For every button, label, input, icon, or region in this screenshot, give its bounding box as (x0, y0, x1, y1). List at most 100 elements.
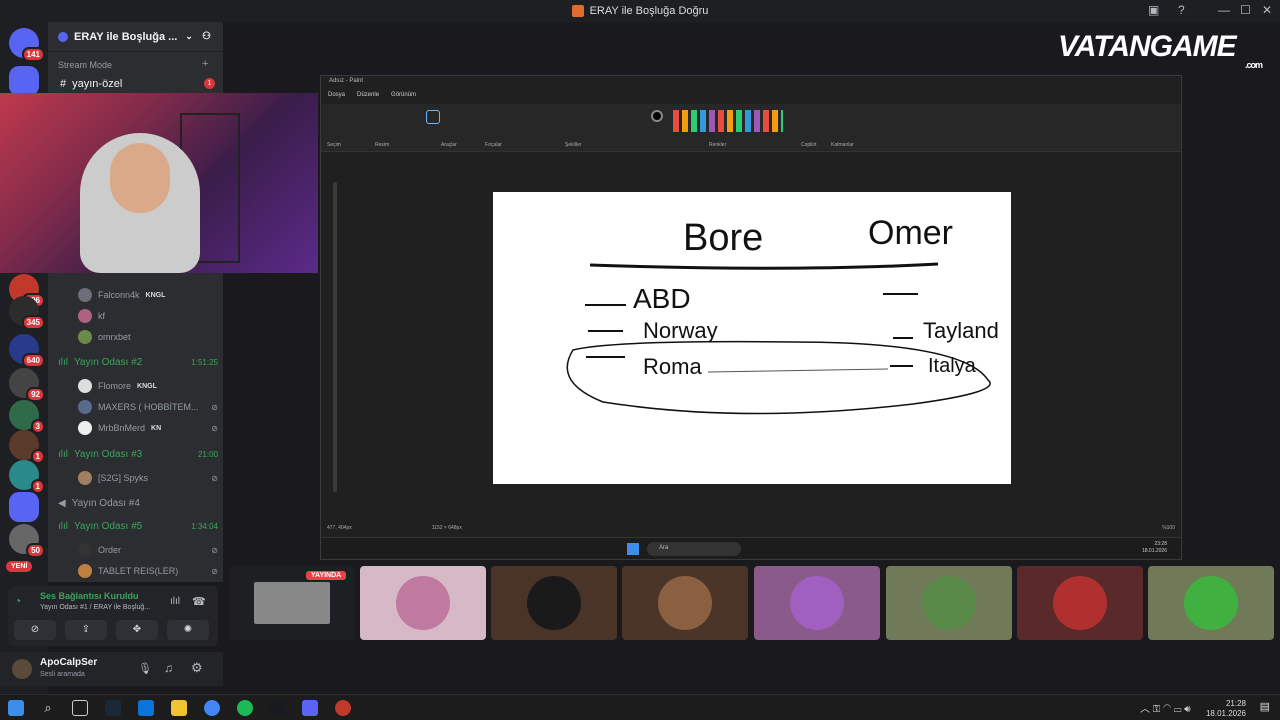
canvas-left-header: Bore (683, 217, 763, 259)
speaker-icon: ılıl (58, 521, 68, 532)
canvas-size: 1152 × 648px (431, 525, 462, 531)
speaker-icon: ılıl (58, 449, 68, 460)
inbox-icon[interactable]: ▣ (1148, 3, 1159, 17)
voice-channel[interactable]: ılıl Yayın Odası #5 1:34:04 (58, 521, 218, 532)
avatar (78, 330, 92, 344)
server-icon[interactable]: 1 (9, 430, 45, 464)
server-icon[interactable]: 50 (9, 524, 45, 558)
disconnect-icon[interactable]: ☎ (192, 595, 206, 608)
steam-icon[interactable] (269, 700, 285, 716)
add-friend-icon[interactable]: ⚇ (202, 31, 211, 42)
notification-icon[interactable]: ▤ (1260, 700, 1270, 713)
text-channel-name: yayın-özel (72, 78, 123, 90)
activities-button[interactable]: ✥ (116, 620, 158, 640)
store-icon[interactable] (138, 700, 154, 716)
participant-tile[interactable] (491, 566, 617, 640)
voice-user[interactable]: kf (78, 309, 218, 323)
add-icon[interactable]: + (202, 58, 208, 70)
home-icon[interactable]: 141 (9, 28, 45, 62)
user-name: Flomore (98, 381, 132, 391)
voice-user[interactable]: Order ⊘ (78, 543, 218, 557)
server-icon[interactable]: 640 (9, 334, 45, 368)
avatar (78, 421, 92, 435)
participant-tile[interactable] (754, 566, 880, 640)
participant-tile[interactable] (1017, 566, 1143, 640)
clock[interactable]: 21:28 18.01.2026 (1206, 699, 1246, 719)
server-icon[interactable]: 3 (9, 400, 45, 434)
user-name: kf (98, 311, 106, 321)
maximize-button[interactable]: ☐ (1240, 3, 1251, 17)
pencil-tool[interactable] (426, 110, 440, 124)
voice-user[interactable]: Falconn4k KNGL (78, 288, 218, 302)
avatar (78, 471, 92, 485)
server-icon[interactable]: 92 (9, 368, 45, 402)
mention-badge: 50 (26, 543, 45, 558)
folder-icon[interactable] (9, 492, 39, 522)
ribbon-label: Şekiller (565, 142, 582, 148)
drawing-canvas[interactable]: Bore Omer ABD Norway Roma Tayland Italya (493, 192, 1011, 484)
avatar[interactable] (12, 659, 32, 679)
zoom-slider[interactable] (333, 182, 337, 492)
voice-user[interactable]: omrxbet (78, 330, 218, 344)
live-badge: YAYINDA (306, 571, 347, 580)
color-1-swatch[interactable] (651, 110, 663, 122)
hash-icon: # (60, 78, 67, 90)
user-tag: KNGL (145, 291, 166, 299)
voice-user[interactable]: TABLET REIS(LER) ⊘ (78, 564, 218, 578)
menu-edit[interactable]: Düzenle (357, 92, 379, 100)
left-item: ABD (633, 283, 691, 314)
participant-tile[interactable] (1148, 566, 1274, 640)
participant-tile[interactable] (886, 566, 1012, 640)
text-channel[interactable]: # yayın-özel 1 (60, 78, 215, 90)
windows-start-icon[interactable] (627, 543, 639, 555)
vatangame-logo: VATANGAME .com (1058, 30, 1268, 70)
voice-user[interactable]: Flomore KNGL (78, 379, 218, 393)
server-icon[interactable]: 345 (9, 296, 45, 330)
noise-suppression-icon[interactable]: ılıl (170, 596, 180, 607)
deafened-icon: ⊘ (211, 423, 218, 433)
settings-icon[interactable]: ⚙ (191, 660, 203, 676)
participant-tile[interactable] (622, 566, 748, 640)
zoom-level[interactable]: %100 (1162, 525, 1175, 535)
server-header[interactable]: ERAY ile Boşluğa ... ⌄ ⚇ (48, 22, 223, 52)
chevron-down-icon[interactable]: ⌄ (185, 31, 193, 42)
menu-file[interactable]: Dosya (328, 92, 345, 100)
minimize-button[interactable]: — (1218, 3, 1230, 17)
participant-tile[interactable] (360, 566, 486, 640)
divider-line (589, 262, 939, 270)
voice-user[interactable]: MAXERS ( HOBBİTEM... ⊘ (78, 400, 218, 414)
voice-channel[interactable]: ◀ Yayın Odası #4 (58, 498, 218, 509)
circle-annotation (566, 340, 991, 415)
tray-icons[interactable]: ︿ ⚿ ◠ ▭ 🔊︎ (1140, 700, 1191, 715)
voice-user[interactable]: [S2G] Spyks ⊘ (78, 471, 218, 485)
stream-mode-label[interactable]: Stream Mode (58, 60, 112, 70)
cursor-position: 477, 404px (327, 525, 352, 531)
steam-icon[interactable] (105, 700, 121, 716)
logo-text: VATANGAME (1058, 30, 1237, 63)
obs-icon[interactable] (335, 700, 351, 716)
voice-channel[interactable]: ılıl Yayın Odası #3 21:00 (58, 449, 218, 460)
menu-view[interactable]: Görünüm (391, 92, 416, 100)
file-explorer-icon[interactable] (171, 700, 187, 716)
search-icon[interactable]: ⌕ (40, 700, 56, 716)
voice-channel[interactable]: ılıl Yayın Odası #2 1:51:25 (58, 357, 218, 368)
help-icon[interactable]: ? (1178, 3, 1185, 17)
headphones-icon[interactable]: ♫ (164, 661, 173, 675)
inner-search-box[interactable]: Ara (647, 542, 741, 556)
folder-icon[interactable] (9, 66, 39, 96)
screen-share-button[interactable]: ⇪ (65, 620, 107, 640)
voice-user[interactable]: MrbBnMerd KN ⊘ (78, 421, 218, 435)
soundboard-button[interactable]: ✺ (167, 620, 209, 640)
discord-icon[interactable] (302, 700, 318, 716)
task-view-icon[interactable] (72, 700, 88, 716)
chrome-icon[interactable] (204, 700, 220, 716)
server-icon[interactable]: 1 (9, 460, 45, 494)
spotify-icon[interactable] (237, 700, 253, 716)
color-palette[interactable] (673, 110, 783, 132)
windows-start-icon[interactable] (8, 700, 24, 716)
camera-off-button[interactable]: ⊘ (14, 620, 56, 640)
microphone-icon[interactable]: 🎙︎ (138, 662, 152, 675)
mention-badge: 345 (21, 315, 45, 330)
ribbon-label: Fırçalar (485, 142, 502, 148)
close-button[interactable]: ✕ (1262, 3, 1272, 17)
